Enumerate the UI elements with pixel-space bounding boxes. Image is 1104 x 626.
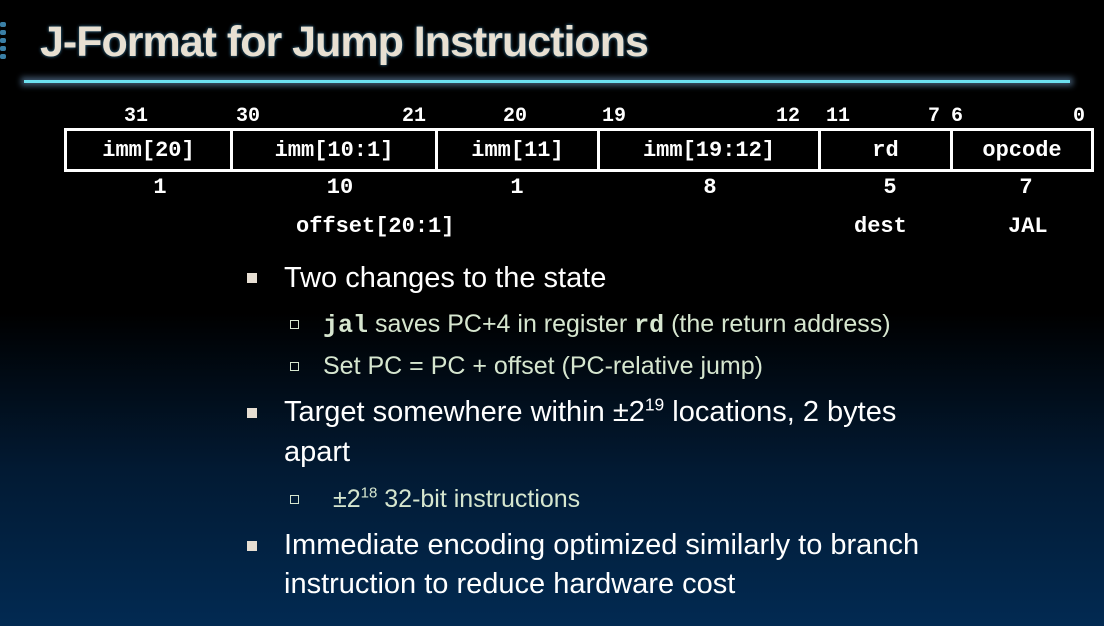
sub-bullet-icon — [290, 495, 299, 504]
bit-label: 30 — [236, 105, 261, 128]
sub-bullet-icon — [290, 320, 299, 329]
field-imm11: imm[11] — [438, 131, 600, 169]
bullet-icon — [247, 273, 257, 283]
bullet-1: Two changes to the state — [284, 262, 607, 294]
bullet-icon — [247, 541, 257, 551]
bit-label: 7 — [928, 105, 941, 128]
bit-label: 11 — [826, 105, 851, 128]
sub-bullet-1-1: jal saves PC+4 in register rd (the retur… — [323, 310, 891, 340]
bit-label: 6 — [951, 105, 964, 128]
jal-label: JAL — [1008, 214, 1048, 239]
field-imm10-1: imm[10:1] — [233, 131, 438, 169]
bullet-2: Target somewhere within ±219 locations, … — [284, 396, 896, 429]
instruction-format-table: imm[20] imm[10:1] imm[11] imm[19:12] rd … — [64, 128, 1094, 172]
bullet-icon — [247, 408, 257, 418]
field-width: 1 — [153, 175, 167, 200]
field-opcode: opcode — [982, 137, 1062, 163]
sub-bullet-1-2: Set PC = PC + offset (PC-relative jump) — [323, 352, 763, 380]
text: locations, 2 bytes — [664, 396, 897, 428]
bit-label: 21 — [402, 105, 427, 128]
bit-label: 31 — [124, 105, 149, 128]
bullet-3-line2: instruction to reduce hardware cost — [284, 568, 736, 600]
field-rd: rd — [821, 131, 953, 169]
text: ±2 — [333, 485, 361, 513]
bullet-2-line2: apart — [284, 436, 351, 468]
offset-label: offset[20:1] — [296, 214, 455, 239]
title-underline — [24, 80, 1070, 83]
sub-bullet-2-1: ±218 32-bit instructions — [333, 485, 580, 514]
field-width: 7 — [1019, 175, 1033, 200]
bullet-3: Immediate encoding optimized similarly t… — [284, 529, 920, 561]
bit-label: 19 — [602, 105, 627, 128]
code-jal: jal — [323, 311, 369, 340]
field-width: 8 — [703, 175, 717, 200]
decorative-dots-icon — [0, 22, 7, 62]
field-width: 1 — [510, 175, 524, 200]
text: 32-bit instructions — [377, 485, 581, 513]
text: saves PC+4 in register — [368, 310, 635, 338]
bit-label: 12 — [776, 105, 801, 128]
code-rd: rd — [634, 311, 665, 340]
text: (the return address) — [664, 310, 891, 338]
field-imm19-12: imm[19:12] — [600, 131, 821, 169]
exponent: 18 — [360, 484, 378, 502]
field-width: 10 — [326, 175, 354, 200]
slide-title: J-Format for Jump Instructions — [40, 18, 649, 66]
dest-label: dest — [854, 214, 907, 239]
text: Target somewhere within ±2 — [284, 396, 645, 428]
sub-bullet-icon — [290, 362, 299, 371]
bit-label: 0 — [1073, 105, 1086, 128]
field-imm20: imm[20] — [67, 131, 233, 169]
field-width: 5 — [883, 175, 897, 200]
exponent: 19 — [644, 394, 665, 415]
bit-label: 20 — [503, 105, 528, 128]
